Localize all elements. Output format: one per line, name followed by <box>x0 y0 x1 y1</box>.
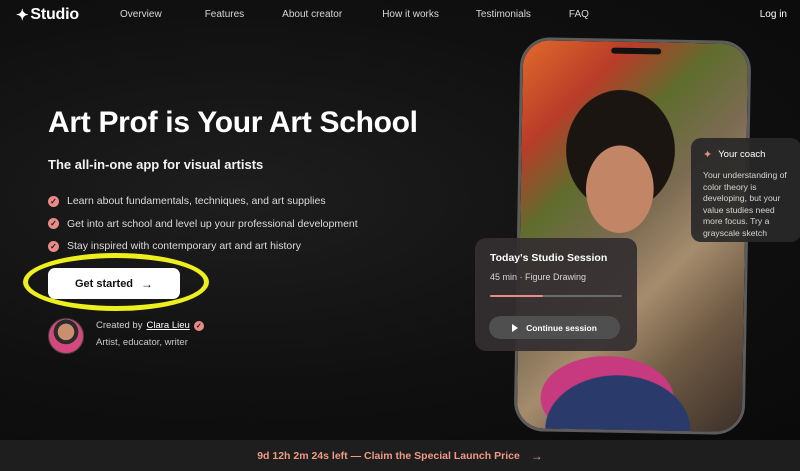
created-by-label: Created by <box>96 320 143 331</box>
nav-link-features[interactable]: Features <box>205 9 244 20</box>
play-icon <box>512 323 519 332</box>
get-started-label: Get started <box>74 277 134 290</box>
arrow-right-icon: → <box>141 276 154 291</box>
creator-name-link[interactable]: Clara Lieu <box>146 320 189 331</box>
session-progress-bar <box>490 295 622 297</box>
check-icon: ✓ <box>48 195 59 207</box>
continue-session-label: Continue session <box>526 322 597 333</box>
creator-role: Artist, educator, writer <box>96 337 188 348</box>
check-icon: ✓ <box>48 218 59 230</box>
feature-text: Learn about fundamentals, techniques, an… <box>67 195 326 208</box>
continue-session-button[interactable]: Continue session <box>489 316 620 339</box>
nav-link-testimonials[interactable]: Testimonials <box>476 9 531 20</box>
logo-text: Studio <box>30 6 79 23</box>
session-title: Today's Studio Session <box>490 252 608 264</box>
check-icon: ✓ <box>48 240 59 252</box>
hero-subtitle: The all-in-one app for visual artists <box>48 157 264 172</box>
coach-title: Your coach <box>718 149 766 160</box>
login-link[interactable]: Log in <box>760 9 787 20</box>
get-started-button[interactable]: Get started → <box>48 268 180 299</box>
feature-text: Get into art school and level up your pr… <box>67 217 358 230</box>
nav-link-faq[interactable]: FAQ <box>569 9 589 20</box>
star-icon: ✦ <box>16 6 29 24</box>
feature-text: Stay inspired with contemporary art and … <box>67 240 302 253</box>
nav-link-how-it-works[interactable]: How it works <box>382 9 439 20</box>
feature-list: ✓ Learn about fundamentals, techniques, … <box>48 190 358 258</box>
session-meta: 45 min · Figure Drawing <box>490 272 587 282</box>
phone-notch <box>610 47 661 55</box>
nav-link-overview[interactable]: Overview <box>120 9 162 20</box>
arrow-right-icon: → <box>530 448 543 463</box>
studio-logo[interactable]: ✦ Studio <box>16 6 79 24</box>
nav-link-about-creator[interactable]: About creator <box>282 9 342 20</box>
session-progress-fill <box>490 295 543 297</box>
created-by-line: Created by Clara Lieu ✓ <box>96 320 204 331</box>
banner-text: 9d 12h 2m 24s left — Claim the Special L… <box>257 449 520 462</box>
coach-card: ✦ Your coach Your understanding of color… <box>691 138 800 242</box>
sparkle-icon: ✦ <box>703 149 713 161</box>
hero-title: Art Prof is Your Art School <box>48 106 418 139</box>
coach-message: Your understanding of color theory is de… <box>703 170 787 238</box>
feature-item: ✓ Get into art school and level up your … <box>48 213 358 236</box>
launch-price-banner[interactable]: 9d 12h 2m 24s left — Claim the Special L… <box>0 440 800 471</box>
feature-item: ✓ Learn about fundamentals, techniques, … <box>48 190 358 213</box>
avatar <box>48 318 84 354</box>
nav-links: Overview Features About creator How it w… <box>120 9 589 20</box>
verified-icon: ✓ <box>193 320 204 331</box>
studio-session-card: Today's Studio Session 45 min · Figure D… <box>475 238 637 351</box>
top-nav: ✦ Studio Overview Features About creator… <box>0 0 800 30</box>
coach-header: ✦ Your coach <box>703 148 789 161</box>
